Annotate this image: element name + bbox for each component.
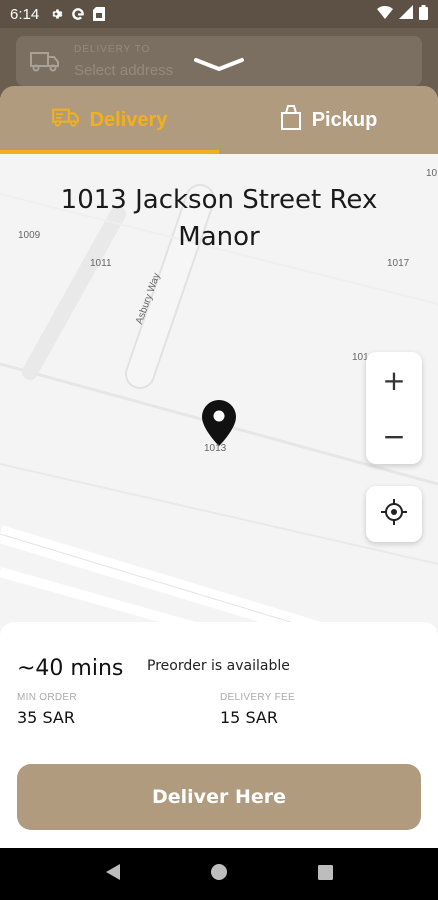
tab-delivery[interactable]: Delivery	[0, 86, 219, 154]
system-nav-bar	[0, 848, 438, 900]
my-location-button[interactable]	[366, 486, 422, 542]
min-order-label: MIN ORDER	[17, 692, 77, 703]
tab-pickup-label: Pickup	[311, 108, 378, 131]
house-number-10: 10	[426, 168, 438, 179]
preorder-status: Preorder is available	[147, 658, 290, 674]
address-title: 1013 Jackson Street Rex Manor	[60, 185, 378, 252]
recents-icon[interactable]	[317, 864, 333, 884]
min-order-value: 35 SAR	[17, 708, 75, 727]
sim-card-icon	[93, 7, 106, 21]
settings-gear-icon	[49, 7, 63, 21]
back-icon[interactable]	[105, 863, 121, 885]
home-icon[interactable]	[211, 864, 228, 884]
status-right-icons	[377, 4, 428, 24]
delivery-truck-icon	[30, 49, 60, 77]
zoom-controls: + −	[366, 352, 422, 464]
signal-icon	[399, 5, 413, 23]
order-info-card: ~40 mins Preorder is available MIN ORDER…	[0, 622, 438, 848]
delivery-fee-value: 15 SAR	[220, 708, 278, 727]
delivery-eta: ~40 mins	[17, 656, 124, 681]
house-number-1011: 1011	[90, 258, 112, 269]
delivery-truck-icon	[51, 106, 80, 134]
house-number-1017: 1017	[387, 258, 410, 269]
status-time: 6:14	[10, 5, 40, 23]
tab-pickup[interactable]: Pickup	[219, 86, 438, 154]
zoom-in-button[interactable]: +	[366, 352, 422, 408]
pin-house-number: 1013	[204, 443, 227, 454]
wifi-icon	[377, 5, 393, 23]
status-bar: 6:14	[0, 0, 438, 28]
battery-icon	[419, 4, 428, 24]
delivery-to-label: DELIVERY TO	[74, 44, 151, 55]
deliver-here-button[interactable]: Deliver Here	[17, 764, 421, 830]
shopping-bag-icon	[280, 104, 302, 136]
tab-delivery-label: Delivery	[89, 108, 168, 131]
select-address-placeholder: Select address	[74, 62, 174, 79]
crosshair-icon	[380, 498, 408, 530]
collapse-chevron-icon[interactable]	[193, 56, 245, 76]
zoom-out-button[interactable]: −	[366, 408, 422, 464]
delivery-fee-label: DELIVERY FEE	[220, 692, 295, 703]
order-type-tabs: Delivery Pickup	[0, 86, 438, 154]
app-screen: 6:14 DELIVERY TO Select address Delivery…	[0, 0, 438, 900]
google-icon	[71, 7, 85, 21]
